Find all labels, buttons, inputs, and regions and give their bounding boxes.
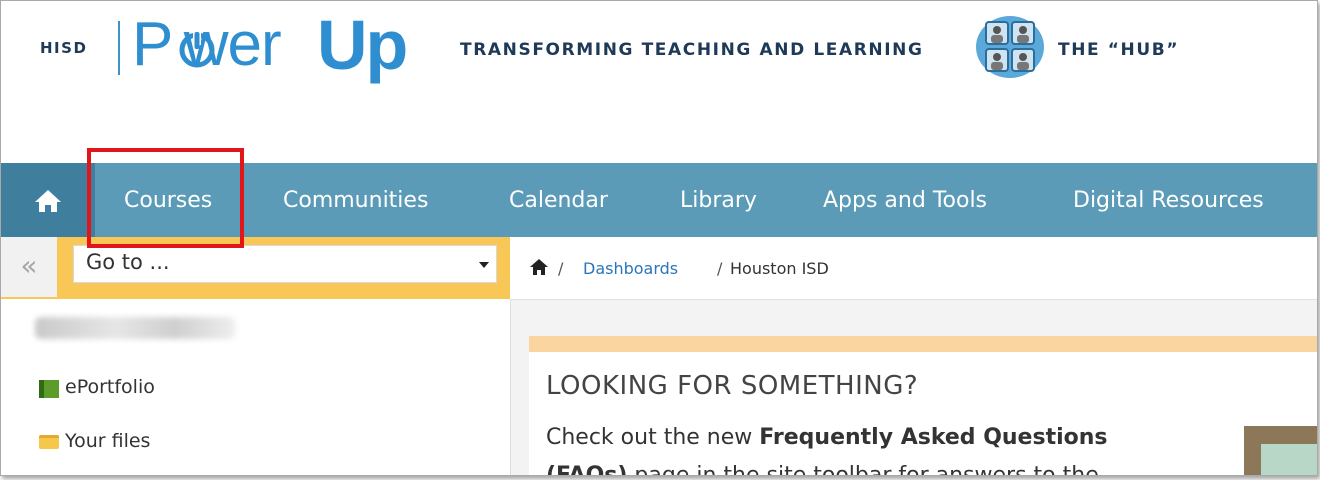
logo-divider <box>118 21 120 75</box>
breadcrumb-home-icon[interactable] <box>530 259 548 275</box>
courses-highlight-annotation <box>87 148 244 248</box>
hisd-logo-text: HISD <box>40 39 88 57</box>
card-text-line-1: Check out the new Frequently Asked Quest… <box>546 425 1108 450</box>
sidebar-item-your-files[interactable]: Your files <box>65 430 150 452</box>
redacted-user-name <box>35 317 235 339</box>
card-text-line-2: (FAQs) page in the site toolbar for answ… <box>546 463 1099 476</box>
faq-abbrev: (FAQs) <box>546 463 628 476</box>
faq-link-text[interactable]: Frequently Asked Questions <box>759 425 1107 450</box>
card-image-detail <box>1261 444 1317 475</box>
hub-title: THE “HUB” <box>1058 40 1180 60</box>
breadcrumb: / Dashboards / Houston ISD <box>510 237 1317 300</box>
card-text: Check out the new <box>546 425 760 450</box>
sidebar-item-eportfolio[interactable]: ePortfolio <box>65 376 155 398</box>
info-card <box>529 336 1317 475</box>
power-button-icon <box>179 31 215 68</box>
breadcrumb-dashboards-link[interactable]: Dashboards <box>583 259 678 278</box>
nav-item-digital-resources[interactable]: Digital Resources <box>1073 163 1264 237</box>
breadcrumb-separator: / <box>558 259 564 278</box>
home-icon <box>35 190 61 212</box>
nav-home-button[interactable] <box>1 163 95 237</box>
book-icon <box>39 380 59 398</box>
card-text: page in the site toolbar for answers to … <box>627 463 1099 476</box>
card-heading: LOOKING FOR SOMETHING? <box>546 371 919 401</box>
nav-item-communities[interactable]: Communities <box>283 163 428 237</box>
hub-people-icon <box>976 16 1044 78</box>
caret-down-icon <box>479 262 489 268</box>
tagline: TRANSFORMING TEACHING AND LEARNING <box>460 40 924 60</box>
site-header: HISD P wer Up TRANSFORMING TEACHING AND … <box>1 1 1317 161</box>
nav-item-calendar[interactable]: Calendar <box>509 163 608 237</box>
nav-item-apps-and-tools[interactable]: Apps and Tools <box>823 163 987 237</box>
goto-select-value: Go to ... <box>86 250 170 274</box>
nav-item-library[interactable]: Library <box>680 163 757 237</box>
breadcrumb-current: Houston ISD <box>730 259 829 278</box>
goto-select[interactable]: Go to ... <box>73 245 497 283</box>
collapse-sidebar-button[interactable]: « <box>1 237 57 297</box>
breadcrumb-separator: / <box>717 259 723 278</box>
powerup-logo-up: Up <box>317 6 408 84</box>
folder-icon <box>39 435 59 449</box>
